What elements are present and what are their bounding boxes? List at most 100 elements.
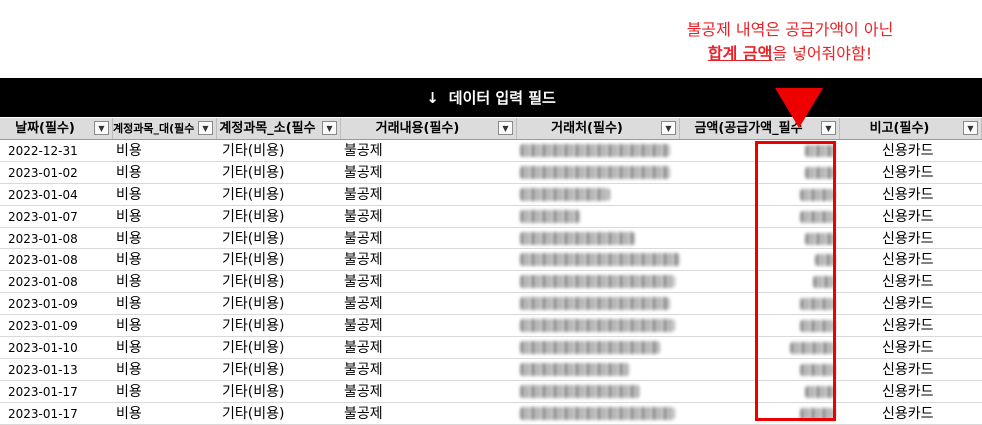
cell-vendor-redacted[interactable]: [520, 384, 680, 398]
cell-account-minor[interactable]: 기타(비용): [222, 228, 284, 249]
cell-description[interactable]: 불공제: [344, 315, 383, 336]
cell-description[interactable]: 불공제: [344, 359, 383, 380]
header-account-minor-label: 계정과목_소(필수: [219, 121, 316, 136]
cell-vendor-redacted[interactable]: [520, 275, 680, 289]
data-entry-banner: ↓ 데이터 입력 필드: [0, 78, 982, 117]
cell-date[interactable]: 2023-01-08: [8, 249, 108, 270]
cell-account-minor[interactable]: 기타(비용): [222, 403, 284, 424]
cell-date[interactable]: 2023-01-07: [8, 206, 108, 227]
cell-account-major[interactable]: 비용: [116, 162, 142, 183]
amount-highlight-box: [755, 141, 836, 421]
cell-date[interactable]: 2023-01-17: [8, 381, 108, 402]
header-account-major[interactable]: 계정과목_대(필수 ▼: [113, 118, 217, 139]
cell-description[interactable]: 불공제: [344, 249, 383, 270]
cell-description[interactable]: 불공제: [344, 140, 383, 161]
annotation-rest: 을 넣어줘야함!: [772, 44, 873, 63]
cell-account-minor[interactable]: 기타(비용): [222, 140, 284, 161]
cell-memo[interactable]: 신용카드: [882, 249, 934, 270]
cell-description[interactable]: 불공제: [344, 271, 383, 292]
cell-account-major[interactable]: 비용: [116, 206, 142, 227]
cell-date[interactable]: 2022-12-31: [8, 140, 108, 161]
cell-account-major[interactable]: 비용: [116, 381, 142, 402]
cell-account-minor[interactable]: 기타(비용): [222, 271, 284, 292]
cell-account-minor[interactable]: 기타(비용): [222, 184, 284, 205]
filter-icon[interactable]: ▼: [198, 121, 213, 135]
cell-description[interactable]: 불공제: [344, 337, 383, 358]
chevron-down-icon[interactable]: ▼: [661, 121, 676, 135]
cell-date[interactable]: 2023-01-04: [8, 184, 108, 205]
annotation-emphasis: 합계 금액: [707, 44, 773, 63]
cell-vendor-redacted[interactable]: [520, 231, 680, 245]
cell-vendor-redacted[interactable]: [520, 209, 680, 223]
cell-account-major[interactable]: 비용: [116, 249, 142, 270]
cell-memo[interactable]: 신용카드: [882, 162, 934, 183]
cell-memo[interactable]: 신용카드: [882, 140, 934, 161]
cell-memo[interactable]: 신용카드: [882, 337, 934, 358]
cell-description[interactable]: 불공제: [344, 206, 383, 227]
cell-memo[interactable]: 신용카드: [882, 403, 934, 424]
header-date[interactable]: 날짜(필수) ▼: [0, 118, 113, 139]
cell-date[interactable]: 2023-01-10: [8, 337, 108, 358]
triangle-down-icon: [775, 88, 823, 128]
cell-vendor-redacted[interactable]: [520, 187, 680, 201]
table-header-row: 날짜(필수) ▼ 계정과목_대(필수 ▼ 계정과목_소(필수 ▼ 거래내용(필수…: [0, 118, 982, 140]
cell-date[interactable]: 2023-01-02: [8, 162, 108, 183]
cell-account-major[interactable]: 비용: [116, 271, 142, 292]
annotation-line-2: 합계 금액을 넣어줘야함!: [640, 42, 940, 66]
cell-account-minor[interactable]: 기타(비용): [222, 315, 284, 336]
filter-icon[interactable]: ▼: [963, 121, 978, 135]
cell-memo[interactable]: 신용카드: [882, 381, 934, 402]
cell-description[interactable]: 불공제: [344, 228, 383, 249]
cell-date[interactable]: 2023-01-17: [8, 403, 108, 424]
header-memo[interactable]: 비고(필수) ▼: [840, 118, 982, 139]
cell-date[interactable]: 2023-01-09: [8, 315, 108, 336]
cell-date[interactable]: 2023-01-09: [8, 293, 108, 314]
cell-vendor-redacted[interactable]: [520, 165, 680, 179]
cell-memo[interactable]: 신용카드: [882, 206, 934, 227]
cell-vendor-redacted[interactable]: [520, 253, 680, 267]
cell-account-major[interactable]: 비용: [116, 403, 142, 424]
cell-account-major[interactable]: 비용: [116, 359, 142, 380]
cell-description[interactable]: 불공제: [344, 162, 383, 183]
cell-memo[interactable]: 신용카드: [882, 359, 934, 380]
cell-date[interactable]: 2023-01-08: [8, 271, 108, 292]
cell-account-major[interactable]: 비용: [116, 140, 142, 161]
cell-memo[interactable]: 신용카드: [882, 271, 934, 292]
header-vendor[interactable]: 거래처(필수) ▼: [517, 118, 680, 139]
cell-memo[interactable]: 신용카드: [882, 184, 934, 205]
cell-memo[interactable]: 신용카드: [882, 315, 934, 336]
cell-vendor-redacted[interactable]: [520, 341, 680, 355]
header-description[interactable]: 거래내용(필수) ▼: [341, 118, 517, 139]
cell-account-major[interactable]: 비용: [116, 337, 142, 358]
cell-description[interactable]: 불공제: [344, 403, 383, 424]
cell-vendor-redacted[interactable]: [520, 319, 680, 333]
cell-account-major[interactable]: 비용: [116, 228, 142, 249]
cell-description[interactable]: 불공제: [344, 184, 383, 205]
cell-date[interactable]: 2023-01-13: [8, 359, 108, 380]
cell-account-minor[interactable]: 기타(비용): [222, 206, 284, 227]
cell-account-minor[interactable]: 기타(비용): [222, 249, 284, 270]
cell-vendor-redacted[interactable]: [520, 297, 680, 311]
cell-account-major[interactable]: 비용: [116, 293, 142, 314]
cell-vendor-redacted[interactable]: [520, 144, 680, 157]
header-account-minor[interactable]: 계정과목_소(필수 ▼: [217, 118, 341, 139]
cell-vendor-redacted[interactable]: [520, 362, 680, 376]
chevron-down-icon[interactable]: ▼: [821, 121, 836, 135]
cell-account-minor[interactable]: 기타(비용): [222, 359, 284, 380]
cell-account-major[interactable]: 비용: [116, 184, 142, 205]
cell-account-major[interactable]: 비용: [116, 315, 142, 336]
cell-memo[interactable]: 신용카드: [882, 228, 934, 249]
cell-account-minor[interactable]: 기타(비용): [222, 381, 284, 402]
chevron-down-icon[interactable]: ▼: [94, 121, 109, 135]
cell-vendor-redacted[interactable]: [520, 406, 680, 420]
cell-memo[interactable]: 신용카드: [882, 293, 934, 314]
header-memo-label: 비고(필수): [869, 121, 930, 136]
cell-description[interactable]: 불공제: [344, 381, 383, 402]
cell-account-minor[interactable]: 기타(비용): [222, 337, 284, 358]
filter-icon[interactable]: ▼: [498, 121, 513, 135]
cell-description[interactable]: 불공제: [344, 293, 383, 314]
cell-account-minor[interactable]: 기타(비용): [222, 162, 284, 183]
chevron-down-icon[interactable]: ▼: [322, 121, 337, 135]
cell-account-minor[interactable]: 기타(비용): [222, 293, 284, 314]
cell-date[interactable]: 2023-01-08: [8, 228, 108, 249]
